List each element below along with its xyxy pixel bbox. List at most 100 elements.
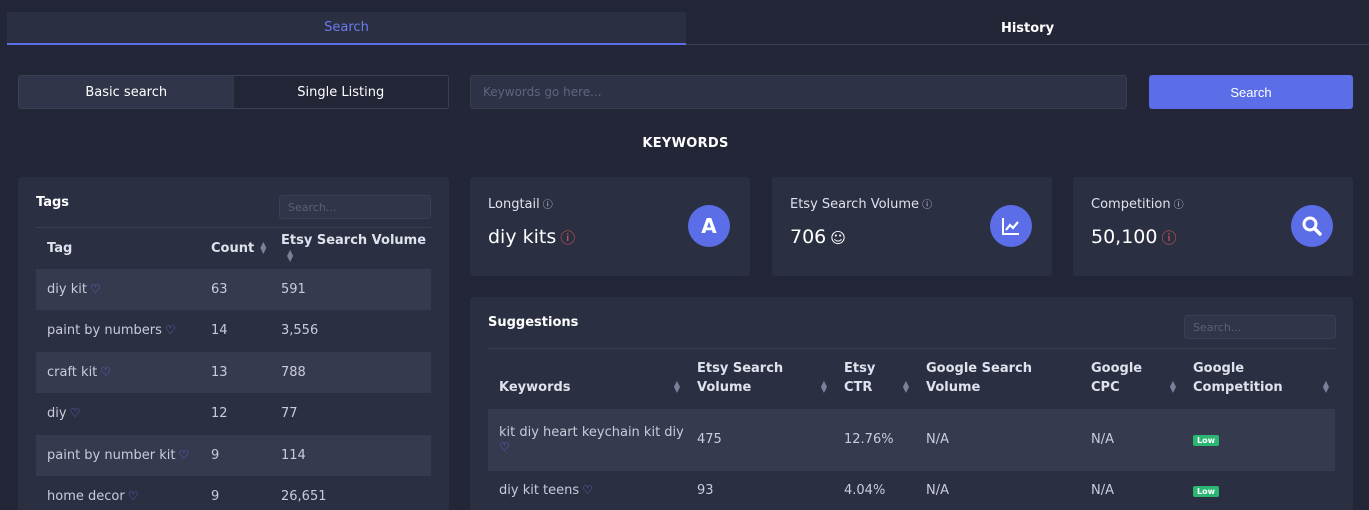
tag-count: 12 xyxy=(211,406,228,422)
heart-icon[interactable]: ♡ xyxy=(165,323,176,337)
table-row: kit diy heart keychain kit diy ♡ 475 12.7… xyxy=(488,408,1335,471)
search-icon xyxy=(1291,205,1333,247)
sort-icon: ▲ ▼ xyxy=(260,240,267,256)
sort-icon: ▲ ▼ xyxy=(1169,378,1176,394)
tags-panel: Tags Tag Count▲▼ Etsy Search Volume▲▼ di… xyxy=(18,177,449,510)
column-header-google-cpc[interactable]: Google CPC ▲ ▼ xyxy=(1080,348,1182,409)
tag-volume: 26,651 xyxy=(281,489,327,505)
column-header-count[interactable]: Count ▲ ▼ xyxy=(200,227,270,269)
tag-count: 63 xyxy=(200,268,270,310)
tag-name: paint by numbers xyxy=(47,323,162,339)
table-header-row: Keywords ▲ ▼ Etsy Search Volume ▲ ▼ Etsy CTR ▲ ▼… xyxy=(488,348,1335,409)
column-header-etsy-ctr[interactable]: Etsy CTR ▲ ▼ xyxy=(833,348,915,409)
tag-count: 9 xyxy=(211,489,220,505)
tag-name: craft kit xyxy=(47,364,98,380)
keyword-volume: 93 xyxy=(697,483,714,498)
sort-icon: ▲ ▼ xyxy=(673,378,680,394)
heart-icon[interactable]: ♡ xyxy=(128,489,139,503)
tab-search[interactable]: Search xyxy=(7,12,686,45)
google-volume: N/A xyxy=(926,483,949,498)
column-header-google-volume[interactable]: Google Search Volume xyxy=(915,348,1080,409)
keywords-heading: KEYWORDS xyxy=(642,136,729,151)
single-listing-button[interactable]: Single Listing xyxy=(234,76,449,108)
heart-icon[interactable]: ♡ xyxy=(582,483,593,497)
alert-icon: ⓘ xyxy=(1161,229,1177,247)
info-icon[interactable]: ⓘ xyxy=(543,200,553,211)
longtail-card: Longtail ⓘ diy kits ⓘ A xyxy=(470,177,750,276)
tag-count: 9 xyxy=(200,434,270,476)
svg-text:A: A xyxy=(701,215,717,237)
sort-icon: ▲ ▼ xyxy=(287,247,294,263)
suggestions-table: Keywords ▲ ▼ Etsy Search Volume ▲ ▼ Etsy CTR ▲ ▼… xyxy=(488,348,1335,510)
keywords-input[interactable] xyxy=(470,75,1127,109)
chart-icon xyxy=(990,205,1032,247)
tags-title: Tags xyxy=(36,195,70,210)
keyword-text: kit diy heart keychain kit diy xyxy=(499,424,684,440)
sort-icon: ▲ ▼ xyxy=(1322,378,1329,394)
search-button[interactable]: Search xyxy=(1149,75,1353,109)
keyword-text: diy kit teens xyxy=(499,483,580,498)
table-row: paint by number kit ♡ 9 114 xyxy=(36,434,431,476)
sort-icon: ▲ ▼ xyxy=(820,378,827,394)
info-icon[interactable]: ⓘ xyxy=(922,200,932,211)
table-row: craft kit ♡ 13 788 xyxy=(36,351,431,393)
suggestions-search-input[interactable] xyxy=(1184,315,1336,339)
heart-icon[interactable]: ♡ xyxy=(100,365,111,379)
tags-search-input[interactable] xyxy=(279,195,431,219)
tag-count: 13 xyxy=(200,351,270,393)
column-header-etsy-volume[interactable]: Etsy Search Volume ▲ ▼ xyxy=(686,348,833,409)
tag-count: 14 xyxy=(211,323,228,339)
competition-badge: Low xyxy=(1193,435,1219,446)
letter-a-icon: A xyxy=(688,205,730,247)
competition-label: Competition xyxy=(1091,197,1171,212)
volume-value: 706 xyxy=(790,226,827,248)
google-cpc: N/A xyxy=(1091,483,1114,498)
heart-icon[interactable]: ♡ xyxy=(90,282,101,296)
alert-icon: ⓘ xyxy=(560,229,576,247)
tag-name: paint by number kit xyxy=(47,447,176,463)
tags-table: Tag Count ▲ ▼ Etsy Search Volume▲ ▼ diy kit… xyxy=(36,227,431,510)
main-tabs: Search History xyxy=(7,12,1369,46)
table-header-row: Tag Count ▲ ▼ Etsy Search Volume▲ ▼ xyxy=(36,227,431,269)
table-row: home decor ♡ 9 26,651 xyxy=(36,476,431,510)
neutral-face-icon: ☺ xyxy=(830,229,846,247)
tag-name: home decor xyxy=(47,489,125,505)
competition-value: 50,100 xyxy=(1091,226,1158,248)
tag-volume: 3,556 xyxy=(281,323,319,339)
tag-volume: 77 xyxy=(281,406,298,422)
table-row: diy kit teens ♡ 93 4.04% N/A N/A Low xyxy=(488,471,1335,510)
tag-volume: 788 xyxy=(270,351,431,393)
longtail-label: Longtail xyxy=(488,197,540,212)
suggestions-title: Suggestions xyxy=(488,315,579,330)
competition-badge: Low xyxy=(1193,486,1219,497)
keyword-volume: 475 xyxy=(686,408,833,471)
tag-volume: 114 xyxy=(270,434,431,476)
tag-name: diy xyxy=(47,406,67,422)
tag-name: diy kit xyxy=(47,281,87,297)
volume-label: Etsy Search Volume xyxy=(790,197,920,212)
column-header-volume[interactable]: Etsy Search Volume▲ ▼ xyxy=(270,227,431,269)
competition-card: Competition ⓘ 50,100 ⓘ xyxy=(1073,177,1353,276)
google-volume: N/A xyxy=(915,408,1080,471)
keyword-ctr: 4.04% xyxy=(844,483,886,498)
heart-icon[interactable]: ♡ xyxy=(178,448,189,462)
column-header-keywords[interactable]: Keywords ▲ ▼ xyxy=(488,348,686,409)
table-row: diy ♡ 12 77 xyxy=(36,393,431,435)
tag-volume: 591 xyxy=(270,268,431,310)
tab-history[interactable]: History xyxy=(686,12,1369,45)
sort-icon: ▲ ▼ xyxy=(902,378,909,394)
info-icon[interactable]: ⓘ xyxy=(1174,200,1184,211)
column-header-tag[interactable]: Tag xyxy=(36,227,200,269)
keyword-ctr: 12.76% xyxy=(833,408,915,471)
search-mode-toggle: Basic search Single Listing xyxy=(18,75,449,109)
heart-icon[interactable]: ♡ xyxy=(70,406,81,420)
table-row: diy kit ♡ 63 591 xyxy=(36,268,431,310)
column-header-google-competition[interactable]: Google Competition ▲ ▼ xyxy=(1182,348,1335,409)
suggestions-panel: Suggestions Keywords▲▼ Etsy SearchVolume… xyxy=(470,297,1353,510)
longtail-value: diy kits xyxy=(488,226,557,248)
heart-icon[interactable]: ♡ xyxy=(499,440,510,454)
table-row: paint by numbers ♡ 14 3,556 xyxy=(36,310,431,352)
google-cpc: N/A xyxy=(1080,408,1182,471)
basic-search-button[interactable]: Basic search xyxy=(19,76,234,108)
search-volume-card: Etsy Search Volume ⓘ 706 ☺ xyxy=(772,177,1052,276)
